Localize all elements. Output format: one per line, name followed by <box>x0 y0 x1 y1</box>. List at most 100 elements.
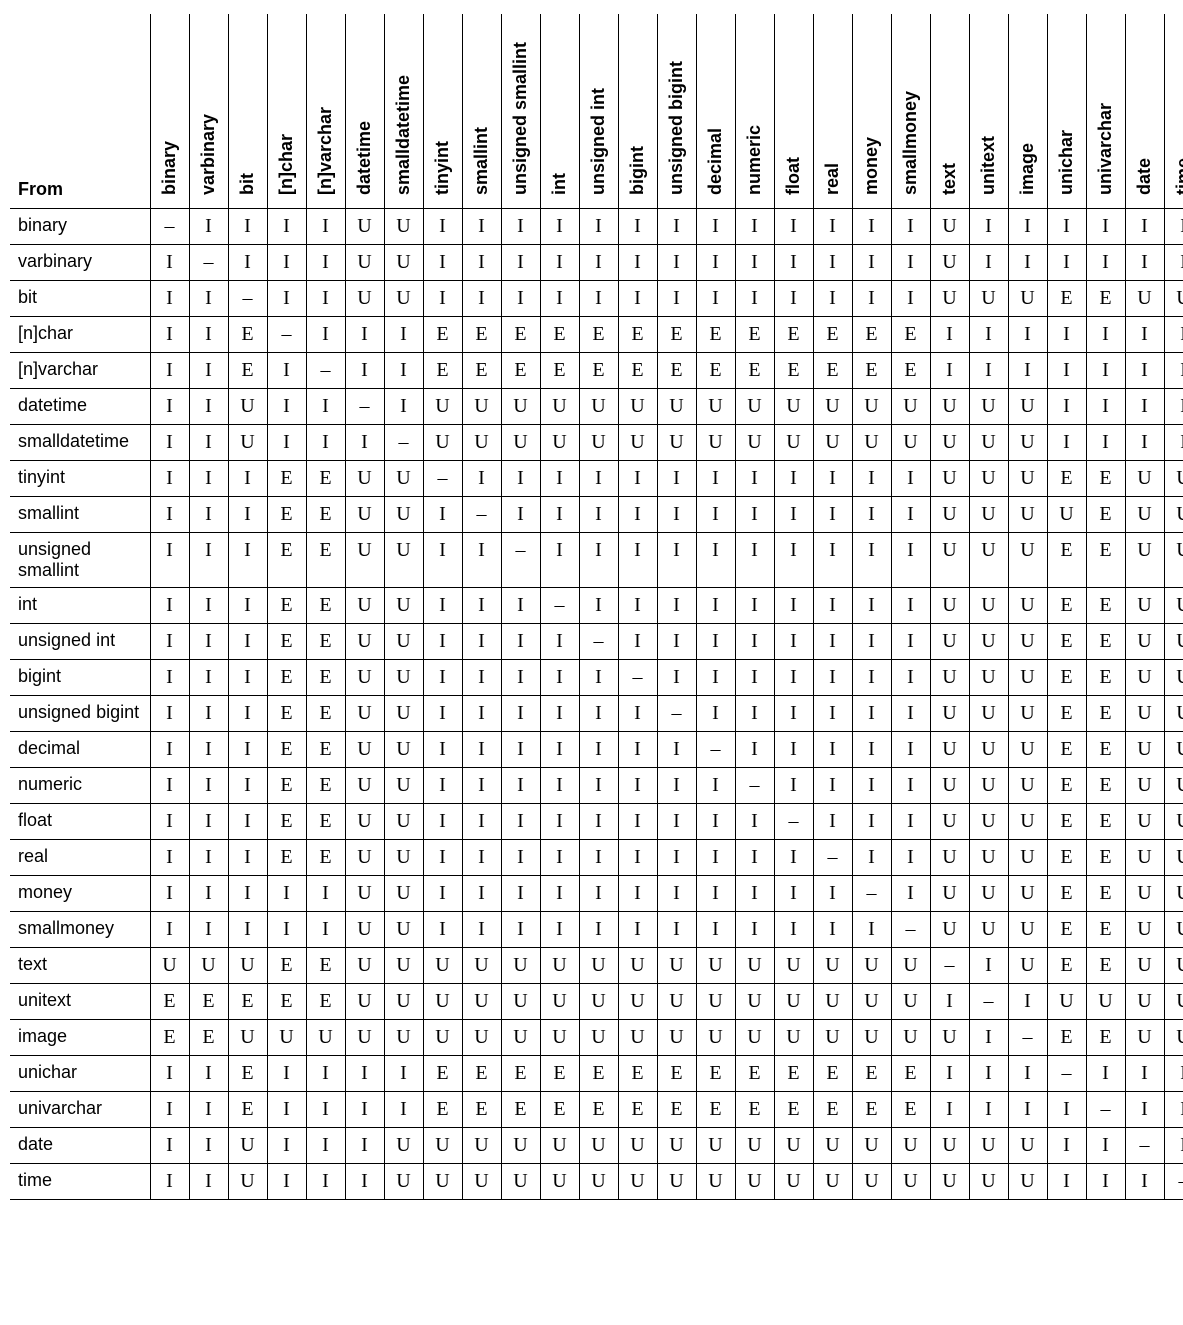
cell: U <box>1086 984 1125 1020</box>
cell: E <box>267 461 306 497</box>
col-header-varbinary: varbinary <box>189 14 228 209</box>
cell: E <box>306 840 345 876</box>
cell: U <box>930 840 969 876</box>
cell: I <box>1047 353 1086 389</box>
cell: U <box>1008 732 1047 768</box>
cell: I <box>540 497 579 533</box>
cell: U <box>462 984 501 1020</box>
row-header--n-char: [n]char <box>10 317 150 353</box>
cell: U <box>969 696 1008 732</box>
cell: E <box>1047 840 1086 876</box>
cell: E <box>267 768 306 804</box>
cell: E <box>1047 281 1086 317</box>
cell: I <box>774 768 813 804</box>
cell: U <box>930 804 969 840</box>
cell: I <box>696 768 735 804</box>
cell: I <box>930 353 969 389</box>
cell: I <box>813 461 852 497</box>
cell: U <box>1164 624 1183 660</box>
cell: I <box>813 209 852 245</box>
cell: U <box>228 1020 267 1056</box>
cell: U <box>774 389 813 425</box>
cell: I <box>1008 1056 1047 1092</box>
cell: U <box>1164 876 1183 912</box>
cell: U <box>345 1020 384 1056</box>
col-header-label: text <box>939 163 960 195</box>
cell: E <box>150 1020 189 1056</box>
cell: I <box>228 912 267 948</box>
row-header-time: time <box>10 1164 150 1200</box>
cell: U <box>657 1128 696 1164</box>
cell: I <box>891 588 930 624</box>
cell: I <box>462 660 501 696</box>
cell: I <box>306 876 345 912</box>
cell: I <box>501 461 540 497</box>
cell: E <box>267 696 306 732</box>
cell: U <box>423 1128 462 1164</box>
cell: E <box>813 317 852 353</box>
cell: U <box>930 209 969 245</box>
col-header-label: smallint <box>471 127 492 195</box>
cell: U <box>384 804 423 840</box>
cell: U <box>1164 1020 1183 1056</box>
table-row: [n]charIIE–IIIEEEEEEEEEEEEEIIIIIII <box>10 317 1183 353</box>
cell: U <box>891 984 930 1020</box>
cell: E <box>306 461 345 497</box>
cell: U <box>852 425 891 461</box>
cell: I <box>501 245 540 281</box>
cell: I <box>1164 1128 1183 1164</box>
cell: U <box>852 984 891 1020</box>
cell: I <box>462 624 501 660</box>
cell: E <box>735 353 774 389</box>
cell: I <box>852 588 891 624</box>
cell: I <box>267 912 306 948</box>
cell: I <box>150 1092 189 1128</box>
col-header--n-varchar: [n]varchar <box>306 14 345 209</box>
cell: U <box>930 533 969 588</box>
cell: U <box>774 948 813 984</box>
cell: I <box>345 425 384 461</box>
row-header-unsigned-int: unsigned int <box>10 624 150 660</box>
cell: I <box>189 1056 228 1092</box>
cell: U <box>423 389 462 425</box>
cell: E <box>774 1056 813 1092</box>
cell: E <box>1047 533 1086 588</box>
cell: E <box>891 317 930 353</box>
cell: U <box>969 840 1008 876</box>
col-header-label: time <box>1173 158 1183 195</box>
cell: U <box>345 948 384 984</box>
cell: U <box>969 624 1008 660</box>
cell: I <box>657 804 696 840</box>
cell: U <box>969 876 1008 912</box>
cell: I <box>345 317 384 353</box>
cell: I <box>813 588 852 624</box>
cell: I <box>423 660 462 696</box>
cell: I <box>345 1056 384 1092</box>
cell: I <box>228 209 267 245</box>
cell: I <box>150 245 189 281</box>
cell: U <box>1008 389 1047 425</box>
cell: I <box>774 588 813 624</box>
cell: I <box>735 245 774 281</box>
col-header-decimal: decimal <box>696 14 735 209</box>
table-row: realIIIEEUUIIIIIIIIII–IIUUUEEUU <box>10 840 1183 876</box>
cell: I <box>306 1056 345 1092</box>
cell: I <box>618 912 657 948</box>
cell: U <box>384 912 423 948</box>
cell: U <box>969 732 1008 768</box>
cell: I <box>150 696 189 732</box>
cell: I <box>1008 317 1047 353</box>
cell: U <box>423 1164 462 1200</box>
cell: I <box>969 1056 1008 1092</box>
cell: I <box>228 804 267 840</box>
cell: I <box>891 461 930 497</box>
col-header-binary: binary <box>150 14 189 209</box>
cell: E <box>228 1056 267 1092</box>
col-header-label: smallmoney <box>900 91 921 195</box>
cell: E <box>1047 624 1086 660</box>
cell: E <box>1047 948 1086 984</box>
cell: I <box>1086 317 1125 353</box>
cell: I <box>345 1092 384 1128</box>
cell: U <box>618 1164 657 1200</box>
cell: I <box>657 245 696 281</box>
